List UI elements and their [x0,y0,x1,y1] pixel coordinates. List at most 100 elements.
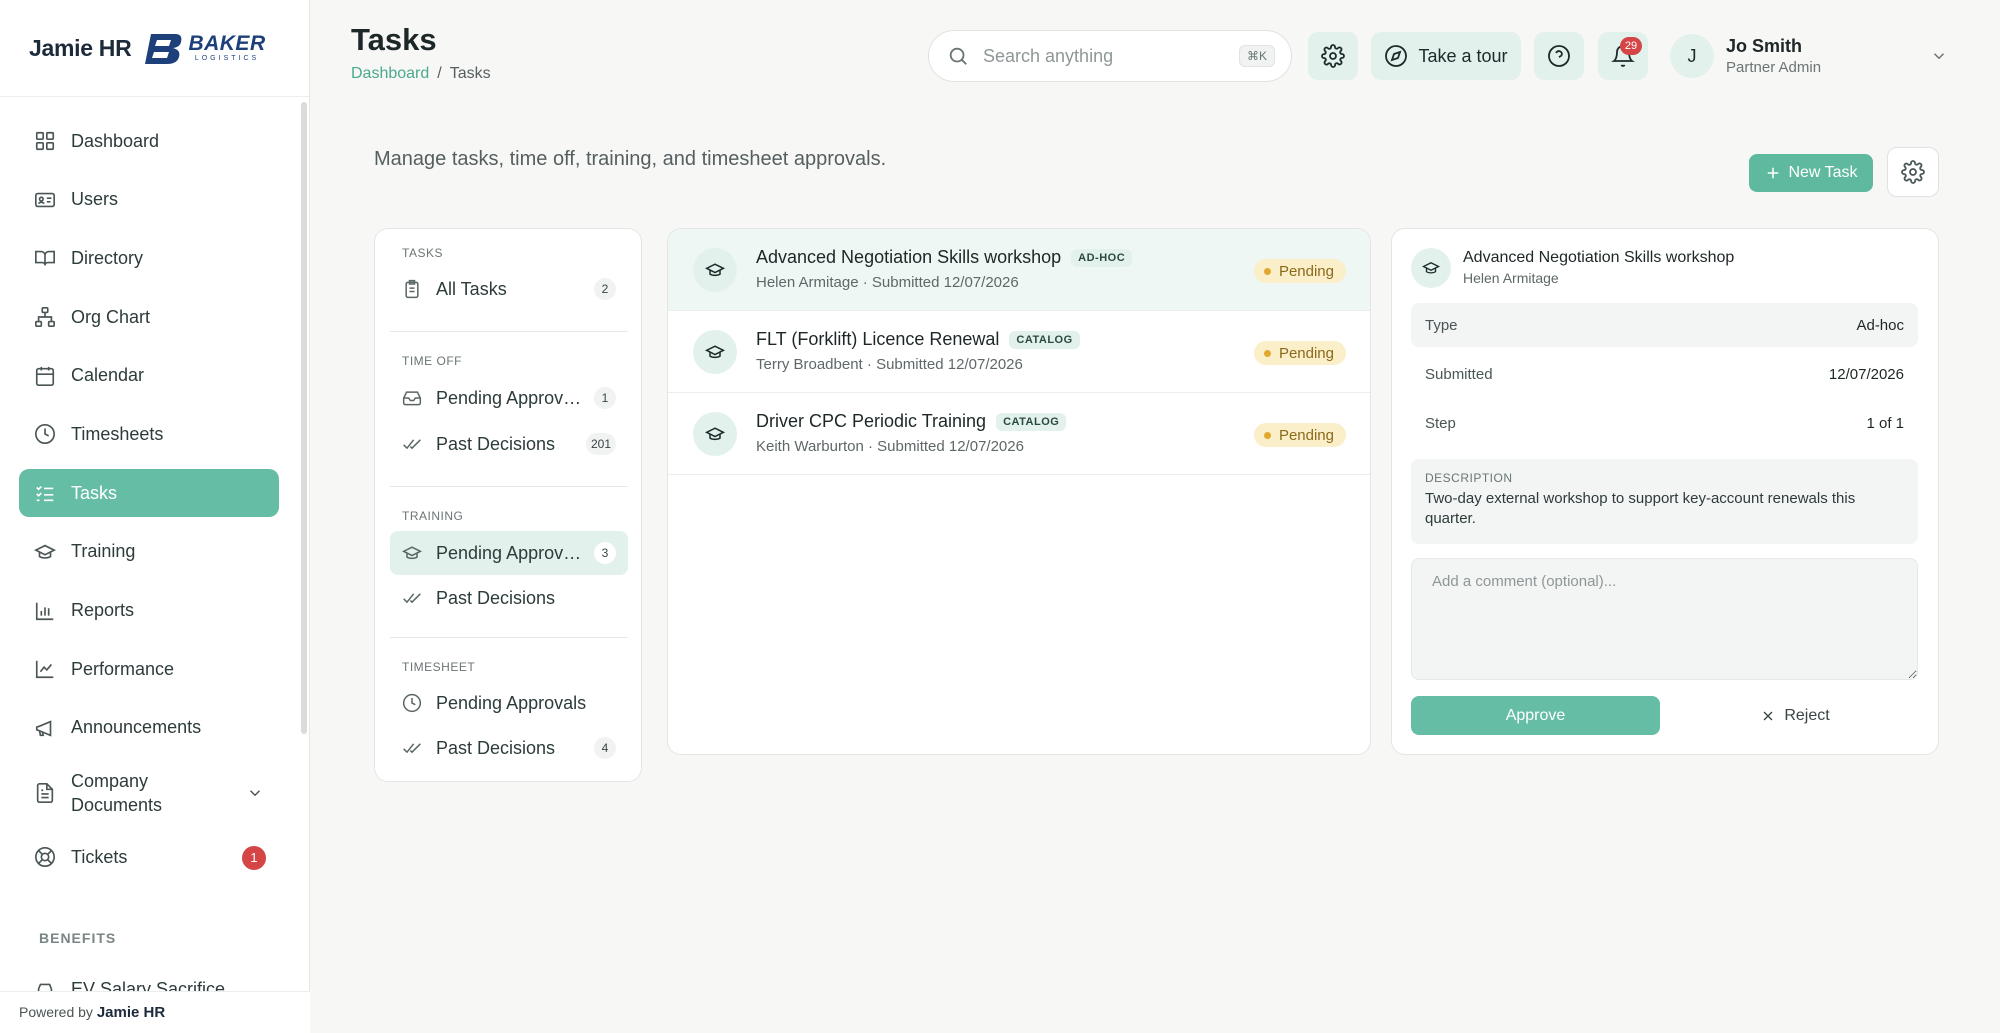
notifications-button[interactable]: 29 [1598,32,1648,80]
chevron-down-icon[interactable] [1930,47,1948,65]
filter-all-tasks[interactable]: All Tasks 2 [390,267,628,311]
detail-row-type: Type Ad-hoc [1411,303,1918,347]
status-dot [1263,349,1271,357]
notifications-count-badge: 29 [1620,37,1642,55]
filter-count: 201 [585,433,616,455]
close-icon [1763,711,1773,720]
sidebar-item-users[interactable]: Users [19,176,279,224]
task-settings-button[interactable] [1887,147,1939,197]
filter-time-off-pending[interactable]: Pending Approvals 1 [390,376,628,420]
sidebar-item-label: Directory [71,247,144,268]
new-task-button[interactable]: New Task [1749,154,1873,192]
task-row[interactable]: Advanced Negotiation Skills workshop AD-… [668,229,1370,311]
settings-button[interactable] [1308,32,1358,80]
graduation-cap-icon [705,427,725,441]
user-name: Jo Smith [1726,36,1803,56]
search-icon [949,47,967,65]
powered-by: Powered by Jamie HR [0,991,310,1033]
plus-icon [1768,167,1779,179]
sidebar-item-announcements[interactable]: Announcements [19,704,279,752]
filter-divider [390,637,628,638]
breadcrumb-dashboard-link[interactable]: Dashboard [351,65,429,83]
filter-label: Past Decisions [436,433,556,454]
status-label: Pending [1278,344,1334,362]
filter-label: Pending Approvals [436,387,586,408]
sidebar-item-label: Timesheets [71,423,164,444]
partner-logo-mark [145,34,182,64]
gear-icon [1901,160,1925,184]
filter-label: Past Decisions [436,587,556,608]
lifebuoy-icon [35,847,55,868]
task-row[interactable]: Driver CPC Periodic Training CATALOG Kei… [668,393,1370,475]
description-box: DESCRIPTION Two-day external workshop to… [1411,459,1918,544]
task-person: Terry Broadbent [756,356,863,373]
detail-value: Ad-hoc [1856,316,1904,334]
new-task-label: New Task [1788,164,1858,181]
filter-time-off-past[interactable]: Past Decisions 201 [390,422,628,466]
approve-button[interactable]: Approve [1411,696,1660,735]
user-menu[interactable]: J Jo Smith Partner Admin [1670,32,1948,80]
sidebar-item-performance[interactable]: Performance [19,645,279,693]
tickets-badge: 1 [242,846,266,871]
sidebar-item-tickets[interactable]: Tickets 1 [19,833,279,881]
filter-section-tasks: TASKS [402,246,443,260]
search-shortcut: ⌘K [1238,45,1275,67]
filter-timesheet-past[interactable]: Past Decisions 4 [390,726,628,770]
detail-key: Submitted [1425,365,1493,383]
detail-person: Helen Armitage [1463,270,1559,286]
task-icon [693,248,737,292]
page-title: Tasks [351,22,437,57]
filter-training-pending[interactable]: Pending Approvals 3 [390,531,628,575]
sidebar-item-label: Tasks [71,482,118,503]
filter-timesheet-pending[interactable]: Pending Approvals [390,681,628,725]
task-title: Advanced Negotiation Skills workshop [756,247,1062,267]
brand-name[interactable]: Jamie HR [29,35,132,62]
reject-button[interactable]: Reject [1672,696,1918,735]
brand-bar: Jamie HR BAKER LOGISTICS [0,0,309,97]
clipboard-icon [405,279,419,299]
detail-key: Type [1425,316,1458,334]
clock-icon [35,424,55,445]
help-button[interactable] [1534,32,1584,80]
filter-count: 1 [594,387,616,409]
sidebar-item-label: Dashboard [71,130,160,151]
task-person: Helen Armitage [756,274,859,291]
filter-training-past[interactable]: Past Decisions [390,576,628,620]
sidebar-item-org-chart[interactable]: Org Chart [19,293,279,341]
detail-icon [1411,248,1451,288]
take-a-tour-button[interactable]: Take a tour [1371,32,1521,80]
sidebar-item-company-documents[interactable]: Company Documents [19,763,279,823]
task-row[interactable]: FLT (Forklift) Licence Renewal CATALOG T… [668,311,1370,393]
search-input[interactable]: Search anything ⌘K [928,30,1292,82]
task-person: Keith Warburton [756,438,864,455]
sidebar-item-timesheets[interactable]: Timesheets [19,410,279,458]
sidebar-item-calendar[interactable]: Calendar [19,352,279,400]
benefits-section-label: BENEFITS [39,930,117,946]
org-chart-icon [35,307,55,328]
inbox-icon [402,391,422,406]
powered-by-name[interactable]: Jamie HR [97,1004,165,1021]
graduation-cap-icon [1422,261,1440,274]
document-icon [36,782,54,803]
status-dot [1263,431,1271,439]
sidebar-scrollbar[interactable] [301,102,307,734]
double-check-icon [403,439,421,450]
comment-field[interactable] [1411,558,1918,680]
status-badge: Pending [1253,423,1346,447]
calendar-icon [35,366,55,386]
compass-icon [1385,45,1408,67]
sidebar-item-dashboard[interactable]: Dashboard [19,117,279,165]
description-label: DESCRIPTION [1425,471,1513,485]
task-icon [693,412,737,456]
double-check-icon [403,743,421,754]
user-role: Partner Admin [1726,59,1822,76]
graduation-cap-icon [705,345,725,359]
sidebar-item-training[interactable]: Training [19,528,279,576]
task-title-line: Driver CPC Periodic Training CATALOG [756,411,1067,432]
sidebar-item-label: Users [71,189,119,210]
sidebar-item-reports[interactable]: Reports [19,587,279,635]
sidebar-item-tasks[interactable]: Tasks [19,469,279,518]
sidebar-item-directory[interactable]: Directory [19,234,279,282]
chevron-down-icon[interactable] [246,784,264,802]
search-placeholder: Search anything [983,45,1114,66]
